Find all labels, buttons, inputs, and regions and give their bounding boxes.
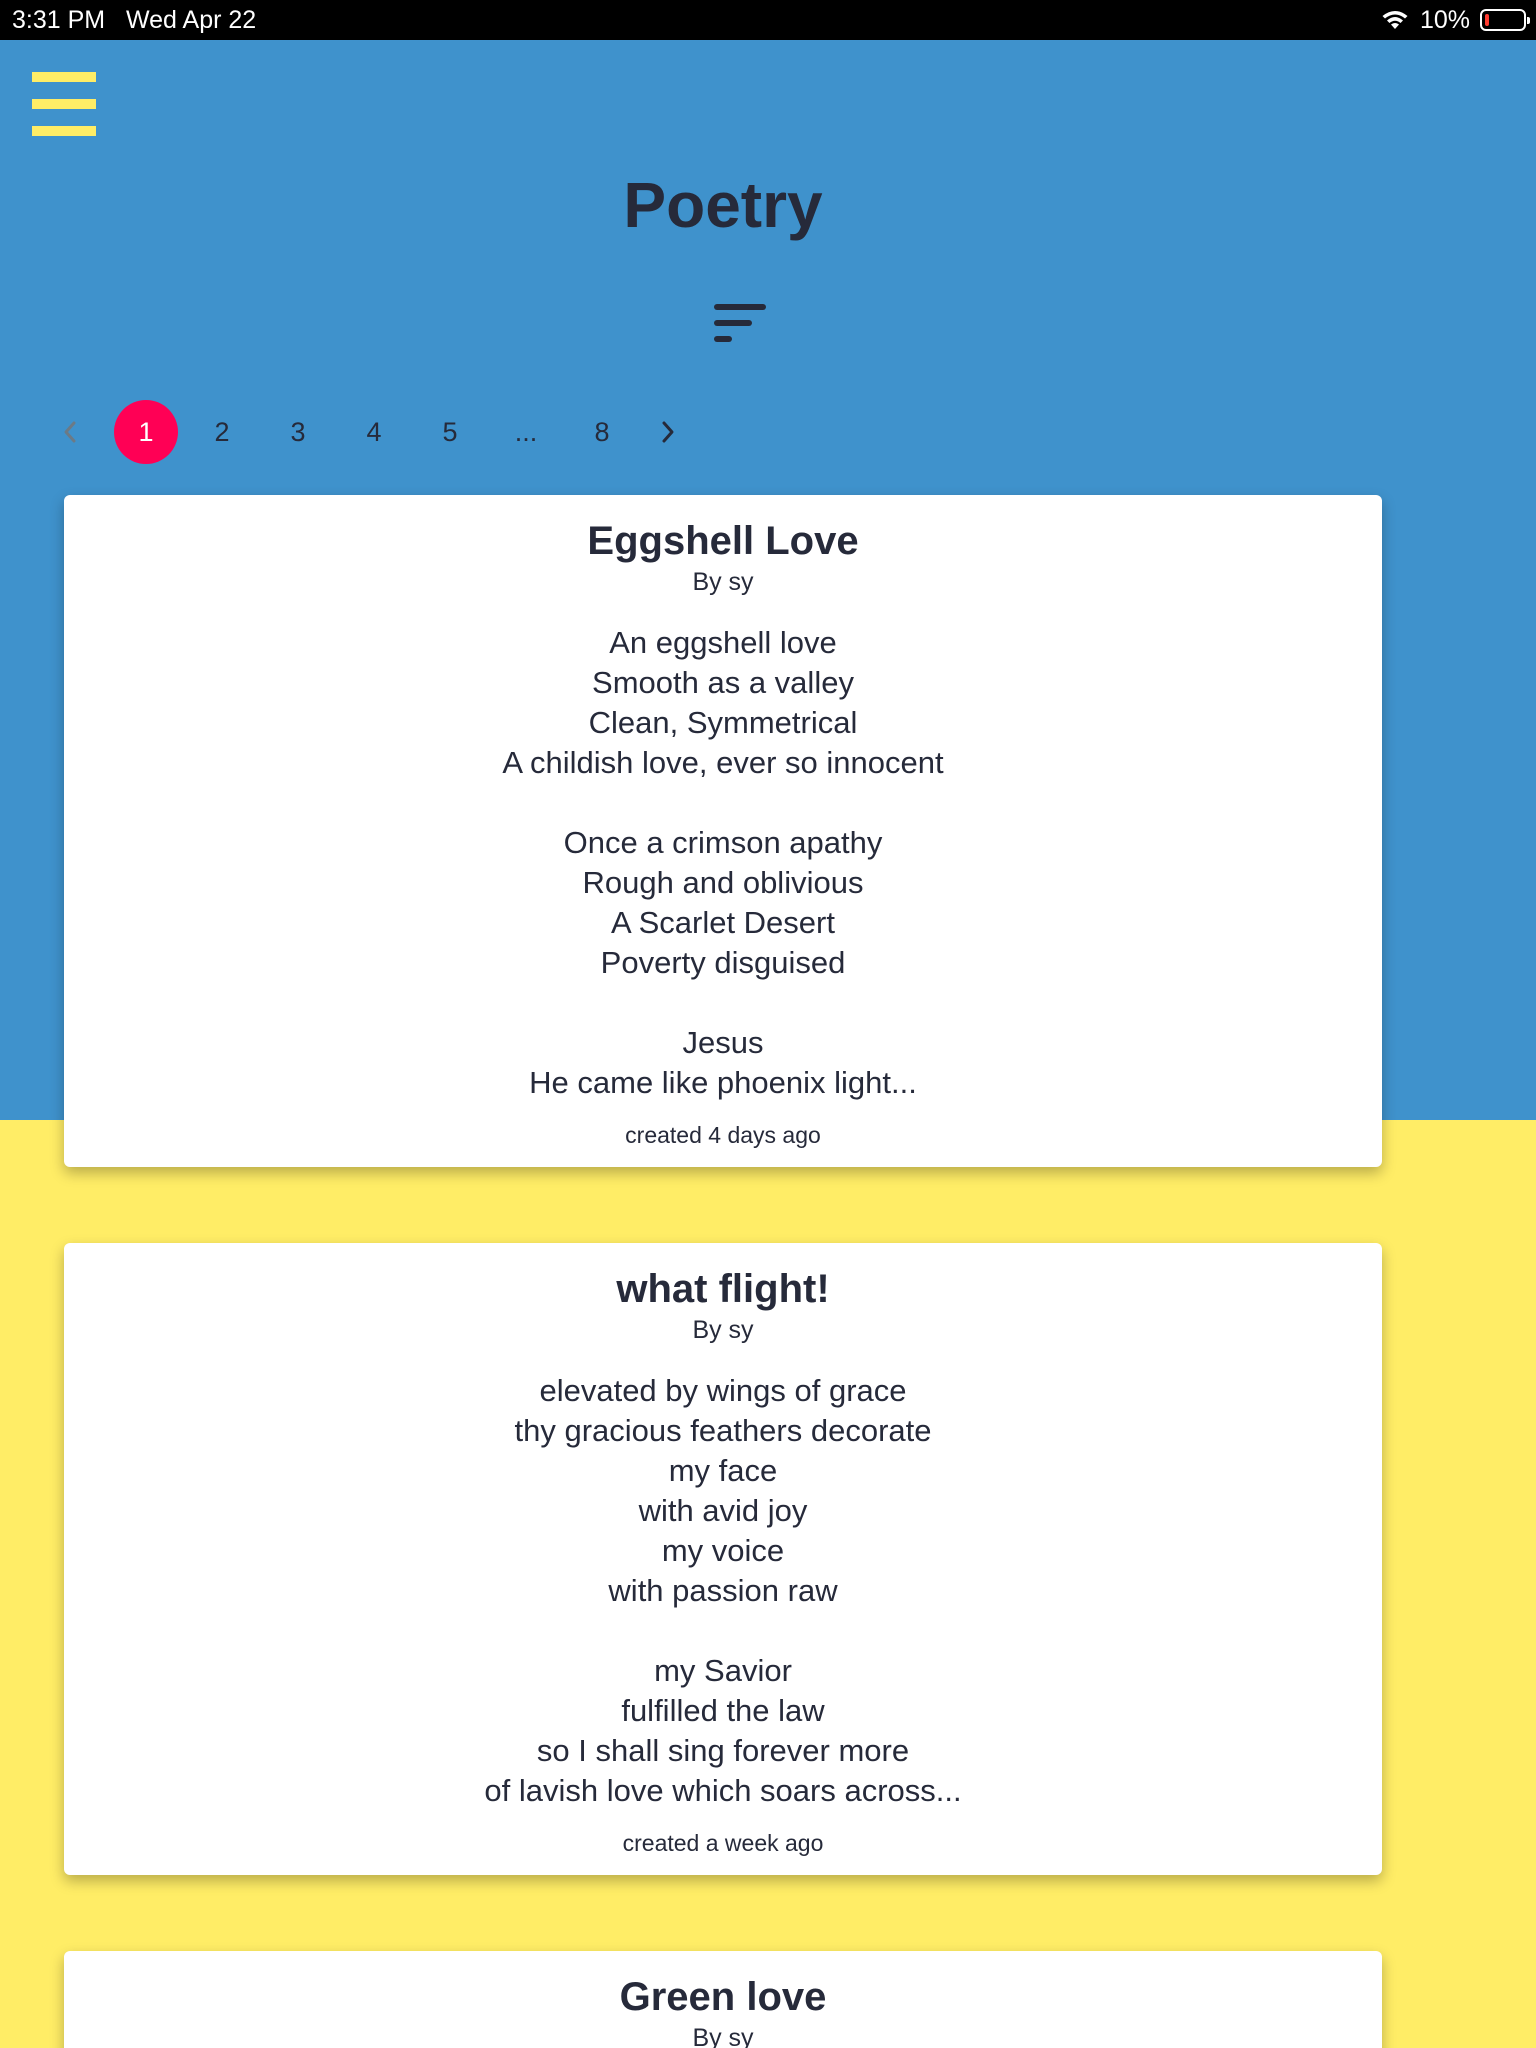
- poem-excerpt: elevated by wings of grace thy gracious …: [484, 1373, 962, 1808]
- page-4-button[interactable]: 4: [342, 400, 406, 464]
- poem-card[interactable]: what flight! By sy elevated by wings of …: [64, 1243, 1382, 1875]
- status-bar: 3:31 PM Wed Apr 22 10%: [0, 0, 1536, 40]
- page-3-button[interactable]: 3: [266, 400, 330, 464]
- wifi-icon: [1382, 11, 1408, 29]
- poem-created-date: created a week ago: [622, 1830, 824, 1856]
- page-8-button[interactable]: 8: [570, 400, 634, 464]
- page-1-button[interactable]: 1: [114, 400, 178, 464]
- menu-line: [32, 72, 96, 82]
- poem-author: By sy: [692, 568, 754, 596]
- battery-icon: [1480, 9, 1530, 31]
- battery-level: [1485, 14, 1489, 26]
- poem-author: By sy: [692, 1316, 754, 1344]
- poem-card[interactable]: Green love By sy: [64, 1951, 1382, 2048]
- menu-line: [32, 99, 96, 109]
- status-time: 3:31 PM: [12, 6, 106, 34]
- poem-title[interactable]: what flight!: [64, 1265, 1382, 1313]
- menu-line: [32, 126, 96, 136]
- poem-author: By sy: [692, 2024, 754, 2048]
- page-2-button[interactable]: 2: [190, 400, 254, 464]
- poem-created-date: created 4 days ago: [625, 1122, 821, 1148]
- battery-percent: 10%: [1419, 6, 1470, 34]
- chevron-left-icon[interactable]: [50, 400, 90, 464]
- poetry-page: 3:31 PM Wed Apr 22 10% Poetry 12 3 4 5 .…: [0, 0, 1536, 2048]
- page-ellipsis: ...: [514, 416, 538, 447]
- hamburger-icon[interactable]: [32, 72, 96, 136]
- poem-title[interactable]: Eggshell Love: [64, 517, 1382, 565]
- status-indicators: 10%: [1380, 0, 1530, 40]
- poem-card[interactable]: Eggshell Love By sy An eggshell love Smo…: [64, 495, 1382, 1167]
- chevron-right-icon[interactable]: [648, 400, 688, 464]
- poem-title[interactable]: Green love: [64, 1973, 1382, 2021]
- page-number-list: 1 2 3 4 5... 8: [114, 400, 646, 464]
- status-date: Wed Apr 22: [126, 6, 257, 34]
- sort-icon[interactable]: [712, 302, 768, 344]
- page-title: Poetry: [623, 169, 823, 241]
- poem-excerpt: An eggshell love Smooth as a valley Clea…: [502, 625, 944, 1100]
- battery-tip: [1527, 17, 1530, 24]
- pagination: 1 2 3 4 5... 8: [50, 400, 688, 464]
- page-5-button[interactable]: 5: [418, 400, 482, 464]
